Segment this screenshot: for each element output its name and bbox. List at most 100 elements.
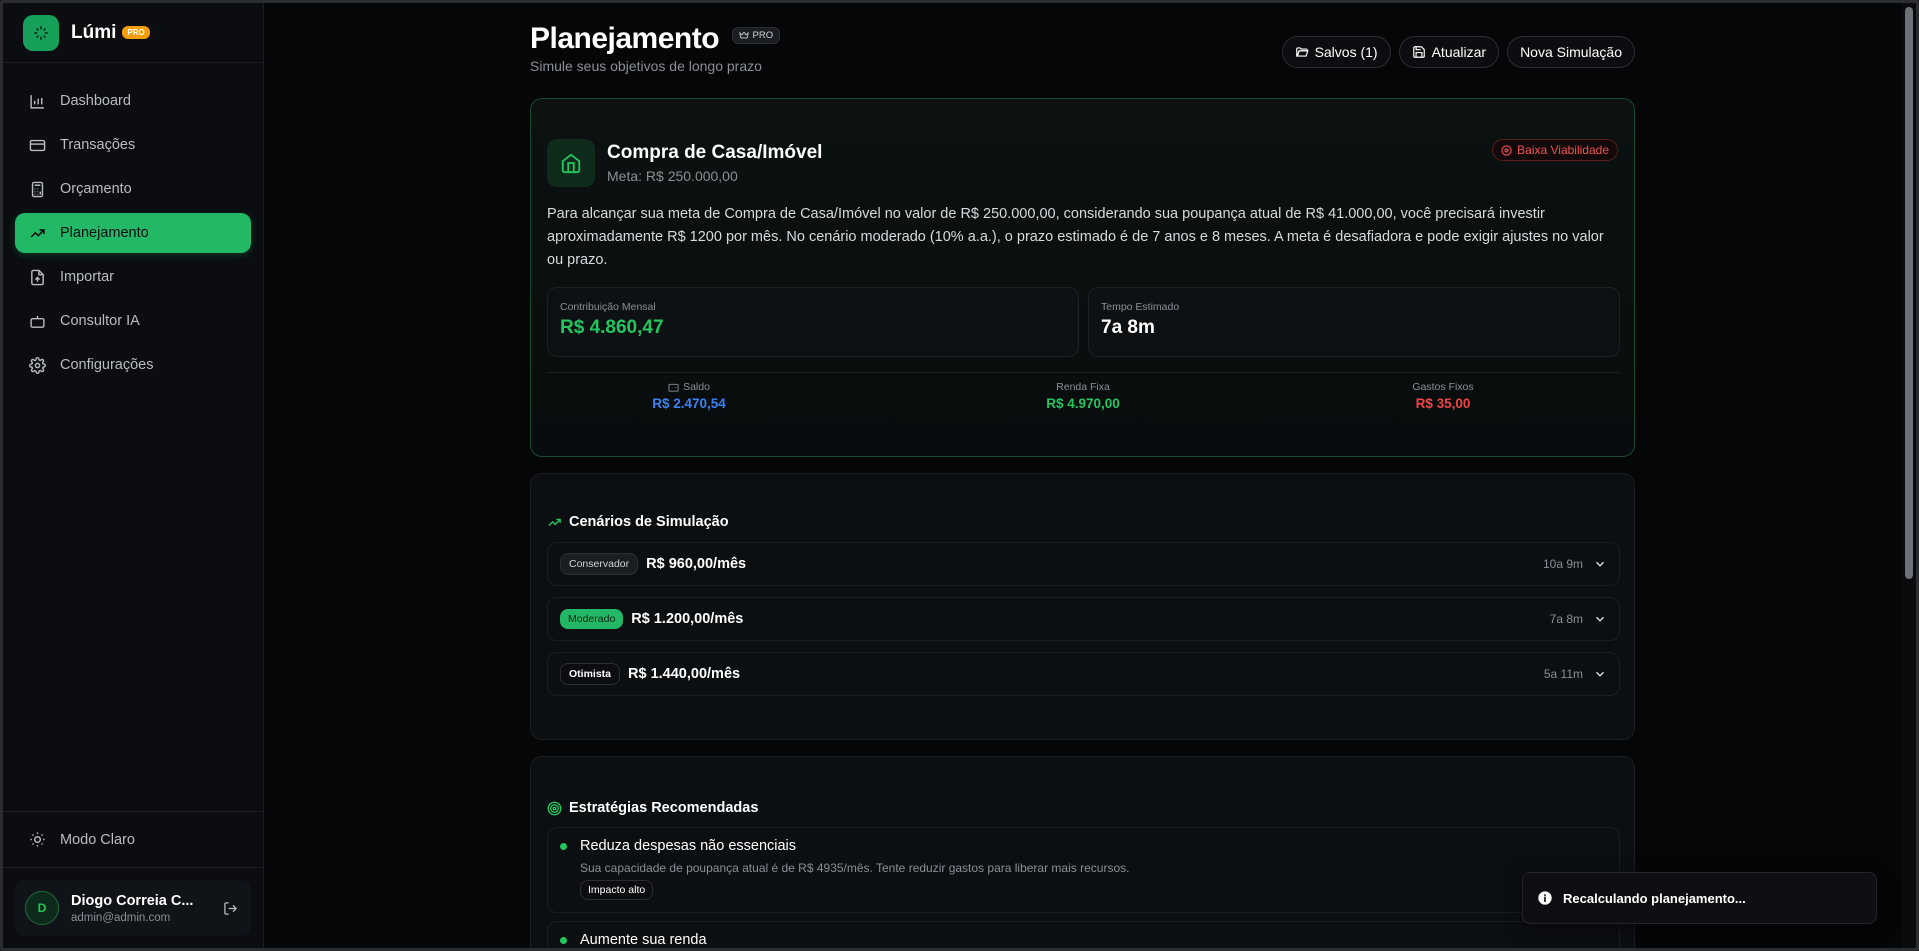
viability-badge: Baixa Viabilidade (1492, 139, 1618, 161)
expenses-value: R$ 35,00 (1415, 396, 1471, 411)
refresh-button-label: Atualizar (1431, 44, 1487, 60)
goal-target: Meta: R$ 250.000,00 (607, 168, 738, 184)
scrollbar-thumb[interactable] (1905, 7, 1913, 579)
pro-badge-label: PRO (752, 29, 774, 41)
goal-header: Compra de Casa/Imóvel Meta: R$ 250.000,0… (547, 139, 822, 187)
scenario-row-moderado[interactable]: Moderado R$ 1.200,00/mês 7a 8m (547, 597, 1620, 641)
pro-badge: PRO (122, 26, 150, 39)
scrollbar[interactable] (1902, 3, 1916, 948)
scenario-pill: Otimista (560, 663, 621, 685)
toast-notification: Recalculando planejamento... (1522, 872, 1877, 924)
sidebar-item-orcamento[interactable]: Orçamento (15, 169, 251, 209)
strategy-description: Sua capacidade de poupança atual é de R$… (580, 861, 1130, 875)
estimated-time-value: 7a 8m (1101, 317, 1155, 338)
expenses-summary: Gastos Fixos R$ 35,00 (1343, 381, 1543, 411)
sidebar-item-label: Configurações (60, 357, 154, 373)
scenarios-title-label: Cenários de Simulação (569, 514, 729, 530)
stat-label: Tempo Estimado (1101, 301, 1180, 313)
sidebar-item-transacoes[interactable]: Transações (15, 125, 251, 165)
chevron-down-icon (1595, 671, 1605, 677)
income-label: Renda Fixa (1056, 381, 1110, 393)
sidebar-footer: Modo Claro D Diogo Correia C... admin@ad… (3, 811, 263, 948)
sidebar-item-planejamento[interactable]: Planejamento (15, 213, 251, 253)
theme-toggle-button[interactable]: Modo Claro (3, 811, 263, 867)
sidebar-item-label: Importar (60, 269, 114, 285)
scenario-time: 5a 11m (1543, 667, 1583, 681)
scenarios-title: Cenários de Simulação (547, 514, 729, 530)
sparkle-logo-icon[interactable] (23, 14, 59, 51)
pro-badge: PRO (731, 26, 781, 44)
chevron-down-icon (1595, 561, 1605, 567)
sun-icon (30, 832, 45, 847)
scenarios-card: Cenários de Simulação Conservador R$ 960… (530, 473, 1635, 740)
crown-icon (738, 31, 749, 39)
header-actions: Salvos (1) Atualizar Nova Simulação (1281, 36, 1635, 68)
bar-chart-icon (30, 94, 44, 109)
brand-name: Lúmi (71, 21, 117, 43)
page-title: Planejamento (530, 22, 720, 55)
sidebar-item-importar[interactable]: Importar (15, 257, 251, 297)
strategy-title: Aumente sua renda (580, 932, 707, 948)
page-header: Planejamento PRO Simule seus objetivos d… (530, 22, 1635, 82)
strategies-card: Estratégias Recomendadas Reduza despesas… (530, 756, 1635, 951)
trending-up-icon (30, 228, 45, 238)
strategies-title-label: Estratégias Recomendadas (569, 800, 759, 816)
home-icon (547, 139, 595, 187)
sidebar-item-dashboard[interactable]: Dashboard (15, 81, 251, 121)
sidebar-item-consultor-ia[interactable]: Consultor IA (15, 301, 251, 341)
income-summary: Renda Fixa R$ 4.970,00 (983, 381, 1183, 411)
theme-toggle-label: Modo Claro (60, 831, 135, 848)
income-value: R$ 4.970,00 (1046, 396, 1120, 411)
save-icon (1412, 46, 1425, 58)
scenario-amount: R$ 1.440,00/mês (628, 666, 741, 682)
expenses-label: Gastos Fixos (1412, 381, 1474, 393)
refresh-button[interactable]: Atualizar (1398, 36, 1500, 68)
scenario-row-otimista[interactable]: Otimista R$ 1.440,00/mês 5a 11m (547, 652, 1620, 696)
logout-button[interactable] (219, 897, 241, 919)
avatar: D (25, 891, 59, 925)
chevron-down-icon (1595, 616, 1605, 622)
wallet-icon (668, 383, 679, 392)
gear-icon (29, 356, 46, 374)
toast-message: Recalculando planejamento... (1563, 890, 1746, 906)
user-info: Diogo Correia C... admin@admin.com (71, 893, 219, 924)
new-simulation-button[interactable]: Nova Simulação (1507, 36, 1635, 68)
scenario-amount: R$ 960,00/mês (646, 556, 747, 572)
goal-title: Compra de Casa/Imóvel (607, 142, 823, 163)
sidebar-item-configuracoes[interactable]: Configurações (15, 345, 251, 385)
credit-card-icon (29, 139, 46, 151)
calculator-icon (31, 181, 44, 197)
sidebar-item-label: Orçamento (60, 181, 132, 197)
monthly-contribution-value: R$ 4.860,47 (560, 317, 664, 338)
balance-label: Saldo (683, 381, 710, 393)
scenario-time: 10a 9m (1542, 557, 1583, 571)
scenario-pill: Conservador (560, 553, 639, 575)
goal-card: Compra de Casa/Imóvel Meta: R$ 250.000,0… (530, 98, 1635, 457)
stat-label: Contribuição Mensal (560, 301, 656, 313)
strategy-title: Reduza despesas não essenciais (580, 838, 797, 854)
new-simulation-label: Nova Simulação (1520, 44, 1622, 60)
folder-open-icon (1295, 47, 1309, 57)
brand: Lúmi PRO (3, 3, 263, 63)
user-card: D Diogo Correia C... admin@admin.com (15, 880, 251, 936)
alert-circle-icon (1501, 144, 1512, 156)
target-icon (547, 801, 562, 815)
user-email: admin@admin.com (71, 911, 171, 924)
scenario-amount: R$ 1.200,00/mês (631, 611, 744, 627)
saved-button[interactable]: Salvos (1) (1281, 36, 1391, 68)
sidebar: Lúmi PRO Dashboard Transações Orçamento … (3, 3, 264, 948)
user-section: D Diogo Correia C... admin@admin.com (3, 867, 263, 948)
goal-description: Para alcançar sua meta de Compra de Casa… (547, 206, 1604, 268)
sidebar-nav: Dashboard Transações Orçamento Planejame… (3, 63, 263, 385)
bot-icon (30, 315, 45, 328)
scenario-row-conservador[interactable]: Conservador R$ 960,00/mês 10a 9m (547, 542, 1620, 586)
balance-value: R$ 2.470,54 (652, 396, 726, 411)
finance-summary: Saldo R$ 2.470,54 Renda Fixa R$ 4.970,00… (547, 372, 1620, 432)
sidebar-item-label: Consultor IA (60, 313, 140, 329)
bullet-dot (560, 937, 567, 944)
user-name: Diogo Correia C... (71, 892, 194, 909)
file-upload-icon (31, 269, 44, 285)
strategy-item: Aumente sua renda (547, 921, 1620, 951)
info-icon (1538, 891, 1552, 905)
estimated-time-card: Tempo Estimado 7a 8m (1088, 287, 1620, 357)
